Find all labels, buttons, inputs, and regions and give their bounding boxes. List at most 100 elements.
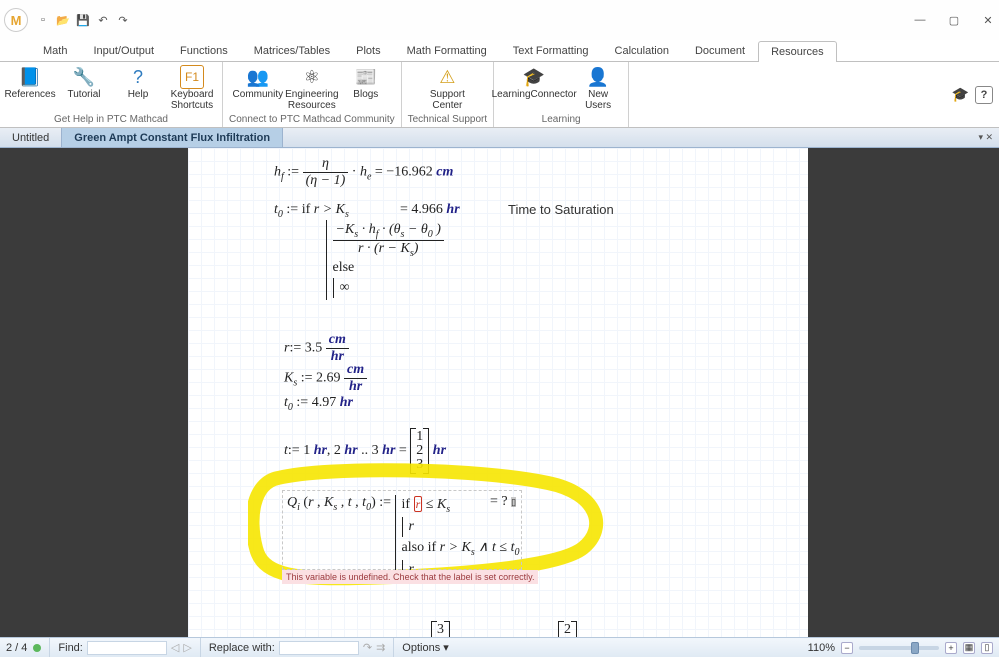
f1-key-icon: F1 [180,65,204,89]
zoom-out-button[interactable]: − [841,642,853,654]
replace-input[interactable] [279,641,359,655]
calc-status-icon [33,644,41,652]
var-he: h [360,165,367,180]
view-page-icon[interactable]: ▦ [963,642,975,654]
quick-access-toolbar: ▫ 📂 💾 ↶ ↷ [36,13,130,27]
doc-tab-untitled[interactable]: Untitled [0,128,62,147]
group-caption-help: Get Help in PTC Mathcad [54,112,168,125]
group-caption-support: Technical Support [408,112,488,125]
window-controls: — ▢ ✕ [913,14,995,27]
cond: r > K [314,202,345,217]
doc-tab-strip: Untitled Green Ampt Constant Flux Infilt… [0,128,999,148]
t-matrix: 1 2 3 [410,430,429,472]
ribbon-group-support: ⚠Support Center Technical Support [402,62,495,127]
eng-resources-button[interactable]: ⚛Engineering Resources [288,65,336,111]
eq-ks[interactable]: Ks := 2.69 cmhr [284,362,367,395]
title-left: M ▫ 📂 💾 ↶ ↷ [4,8,130,32]
undo-icon[interactable]: ↶ [96,13,110,27]
page-indicator: 2 / 4 [0,642,27,654]
redo-icon[interactable]: ↷ [116,13,130,27]
doc-tab-greenampt[interactable]: Green Ampt Constant Flux Infiltration [62,128,283,147]
tutorial-button[interactable]: 🔧Tutorial [60,65,108,100]
help-icon: ? [126,65,150,89]
replace-all-icon[interactable]: ⇉ [376,641,385,654]
zoom-value: 110% [808,642,835,654]
minimize-icon[interactable]: — [913,14,927,26]
assign-op: := [287,165,299,180]
zoom-thumb[interactable] [911,642,919,654]
find-input[interactable] [87,641,167,655]
view-fit-icon[interactable]: ▯ [981,642,993,654]
title-bar: M ▫ 📂 💾 ↶ ↷ — ▢ ✕ [0,0,999,40]
tab-functions[interactable]: Functions [167,40,241,61]
tab-document[interactable]: Document [682,40,758,61]
bottom-matrix-1: 3 [431,622,450,637]
new-users-button[interactable]: 👤New Users [574,65,622,111]
support-button[interactable]: ⚠Support Center [423,65,471,111]
save-icon[interactable]: 💾 [76,13,90,27]
ribbon-group-community: 👥Community ⚛Engineering Resources 📰Blogs… [223,62,402,127]
qi-region[interactable]: Qi (r , Ks , t , t0) := if r ≤ Ks r also… [282,490,522,570]
tab-calculation[interactable]: Calculation [602,40,682,61]
group-caption-learning: Learning [542,112,581,125]
infinity: ∞ [340,280,350,296]
help-button[interactable]: ?Help [114,65,162,100]
book-icon: 📘 [18,65,42,89]
ribbon: 📘References 🔧Tutorial ?Help F1Keyboard S… [0,62,999,128]
replace-label: Replace with: [209,642,275,654]
unit-cm: cm [436,165,453,180]
grad-icon[interactable]: 🎓 [952,86,969,103]
keyboard-button[interactable]: F1Keyboard Shortcuts [168,65,216,111]
tab-matrices[interactable]: Matrices/Tables [241,40,343,61]
replace-one-icon[interactable]: ↷ [363,641,372,654]
user-icon: 👤 [586,65,610,89]
collapse-tabs[interactable]: ▾ ✕ [978,132,999,143]
error-message: This variable is undefined. Check that t… [282,570,538,584]
group-caption-community: Connect to PTC Mathcad Community [229,112,395,125]
options-dropdown[interactable]: Options ▾ [402,641,449,654]
tab-mathformat[interactable]: Math Formatting [394,40,500,61]
ribbon-group-learning: 🎓LearningConnector 👤New Users Learning [494,62,629,127]
eq-t-range[interactable]: t:= 1 hr, 2 hr .. 3 hr = 1 2 3 hr [284,430,446,472]
find-next-icon[interactable]: ▷ [183,641,191,654]
kw-if: if [302,202,311,217]
warning-icon: ⚠ [435,65,459,89]
open-file-icon[interactable]: 📂 [56,13,70,27]
find-prev-icon[interactable]: ◁ [171,641,179,654]
tab-io[interactable]: Input/Output [80,40,167,61]
zoom-in-button[interactable]: + [945,642,957,654]
page[interactable]: hf := η(η − 1) · he = −16.962 cm t0 := i… [188,148,808,637]
references-button[interactable]: 📘References [6,65,54,100]
find-label: Find: [58,642,82,654]
eq-t0v[interactable]: t0 := 4.97 hr [284,395,353,413]
blogs-button[interactable]: 📰Blogs [342,65,390,100]
frac-num: η [303,156,349,173]
gear-icon: 🔧 [72,65,96,89]
learning-connector-button[interactable]: 🎓LearningConnector [500,65,568,100]
people-icon: 👥 [246,65,270,89]
help-box-icon[interactable]: ? [975,86,993,104]
new-file-icon[interactable]: ▫ [36,13,50,27]
frac-den: (η − 1) [303,173,349,189]
tab-textformat[interactable]: Text Formatting [500,40,602,61]
community-button[interactable]: 👥Community [234,65,282,100]
tab-resources[interactable]: Resources [758,41,837,62]
status-right: 110% − + ▦ ▯ [808,642,999,654]
tab-plots[interactable]: Plots [343,40,393,61]
ribbon-right: 🎓 ? [952,62,999,127]
bottom-matrix-2: 2 [558,622,577,637]
close-icon[interactable]: ✕ [981,14,995,27]
app-logo[interactable]: M [4,8,28,32]
status-bar: 2 / 4 Find: ◁ ▷ Replace with: ↷ ⇉ Option… [0,637,999,657]
tab-math[interactable]: Math [30,40,80,61]
kw-else: else [333,260,444,276]
rss-icon: 📰 [354,65,378,89]
eq-r[interactable]: r:= 3.5 cmhr [284,332,349,365]
eq-hf[interactable]: hf := η(η − 1) · he = −16.962 cm [274,156,453,189]
maximize-icon[interactable]: ▢ [947,14,961,27]
he-value: −16.962 [386,165,432,180]
molecule-icon: ⚛ [300,65,324,89]
sat-label[interactable]: Time to Saturation [508,202,614,217]
ribbon-group-help: 📘References 🔧Tutorial ?Help F1Keyboard S… [0,62,223,127]
zoom-slider[interactable] [859,646,939,650]
